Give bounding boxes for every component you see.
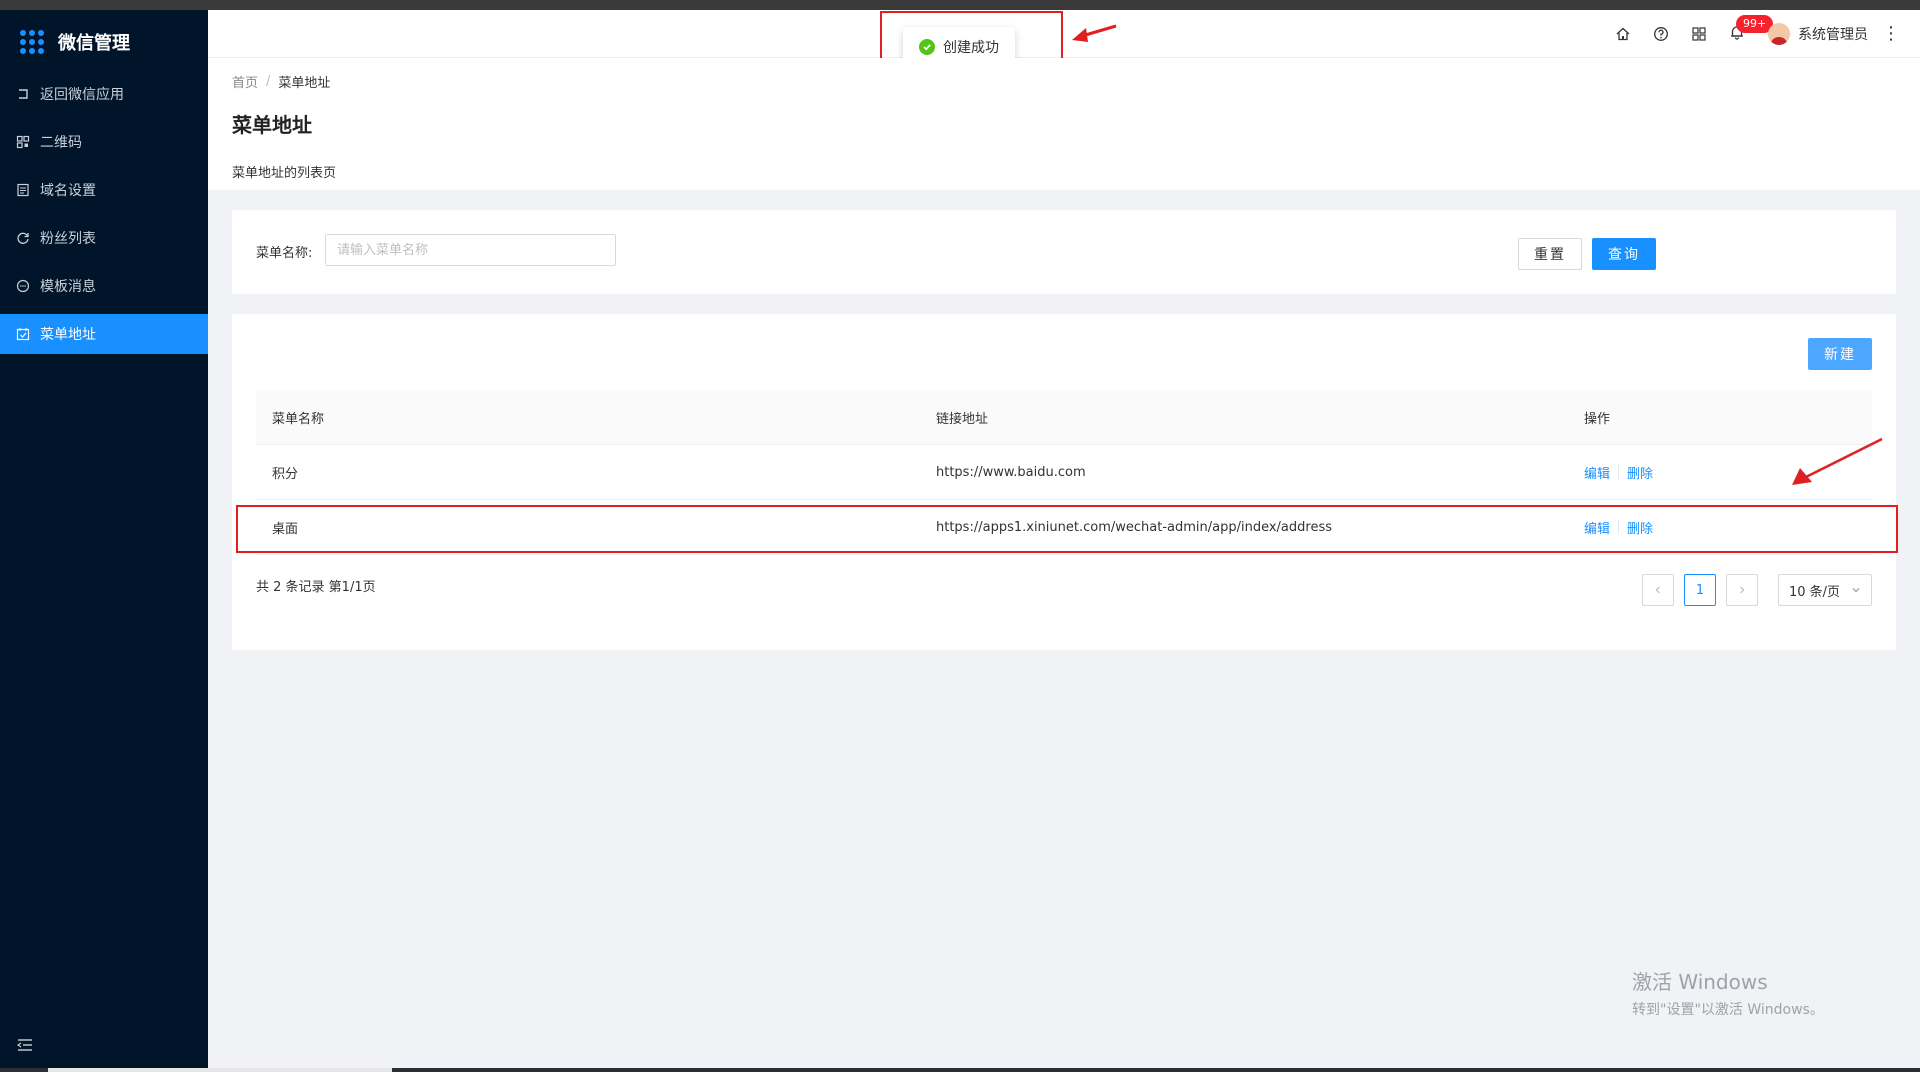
- apps-grid-icon[interactable]: [1680, 10, 1718, 58]
- chevron-right-icon: [1740, 586, 1745, 594]
- edit-link[interactable]: 编辑: [1584, 463, 1610, 482]
- sidebar-item-label: 粉丝列表: [40, 231, 96, 247]
- user-menu[interactable]: 系统管理员: [1768, 23, 1868, 45]
- menu-name-input[interactable]: [325, 234, 616, 266]
- page-number-button[interactable]: 1: [1684, 574, 1716, 606]
- sidebar-item-template-message[interactable]: 模板消息: [0, 266, 208, 306]
- page-description: 菜单地址的列表页: [232, 166, 337, 181]
- prev-page-button[interactable]: [1642, 574, 1674, 606]
- page-title: 菜单地址: [232, 113, 312, 137]
- table-row: 积分 https://www.baidu.com 编辑 删除: [256, 445, 1872, 500]
- sidebar-item-label: 二维码: [40, 135, 82, 151]
- brand[interactable]: 微信管理: [0, 10, 208, 74]
- cell-url: https://www.baidu.com: [936, 464, 1086, 480]
- sidebar-item-qrcode[interactable]: 二维码: [0, 122, 208, 162]
- query-button[interactable]: 查询: [1592, 238, 1656, 270]
- page-size-select[interactable]: 10 条/页: [1778, 574, 1872, 606]
- page-size-value: 10 条/页: [1789, 584, 1841, 600]
- table-header: 菜单名称 链接地址 操作: [256, 390, 1872, 445]
- next-page-button[interactable]: [1726, 574, 1758, 606]
- window-top-strip: [0, 0, 1920, 10]
- app-title: 微信管理: [58, 33, 130, 54]
- search-label: 菜单名称:: [256, 246, 313, 261]
- calendar-check-icon: [16, 327, 30, 341]
- document-icon: [16, 183, 30, 197]
- total-records: 共 2 条记录 第1/1页: [256, 580, 376, 595]
- menu-fold-icon[interactable]: [16, 1036, 34, 1054]
- annotation-arrow-toast: [1072, 24, 1117, 42]
- pagination: 1 10 条/页: [1632, 574, 1872, 606]
- message-icon: [16, 279, 30, 293]
- notification-button[interactable]: 99+: [1718, 10, 1774, 58]
- watermark-title: 激活 Windows: [1632, 970, 1768, 994]
- column-header-actions: 操作: [1584, 411, 1611, 427]
- sidebar-item-label: 返回微信应用: [40, 87, 124, 103]
- refresh-icon: [16, 231, 30, 245]
- sidebar-item-menu-address[interactable]: 菜单地址: [0, 314, 208, 354]
- sidebar-menu: 返回微信应用 二维码 域名设置 粉丝列表 模板消息 菜单地址: [0, 74, 208, 354]
- sidebar-item-fans-list[interactable]: 粉丝列表: [0, 218, 208, 258]
- watermark-subtitle: 转到"设置"以激活 Windows。: [1632, 1002, 1824, 1018]
- breadcrumb-separator: /: [266, 74, 271, 89]
- cell-name: 积分: [272, 466, 299, 482]
- breadcrumb-home[interactable]: 首页: [232, 72, 258, 91]
- annotation-arrow-row: [1792, 437, 1883, 485]
- chevron-left-icon: [1655, 586, 1660, 594]
- delete-link[interactable]: 删除: [1627, 463, 1653, 482]
- sidebar-item-label: 模板消息: [40, 279, 96, 295]
- action-divider: [1618, 465, 1620, 479]
- qrcode-icon: [16, 135, 30, 149]
- reset-button[interactable]: 重置: [1518, 238, 1582, 270]
- more-vertical-icon[interactable]: ⋮: [1882, 25, 1900, 43]
- sidebar-item-return-wechat-app[interactable]: 返回微信应用: [0, 74, 208, 114]
- sidebar-item-label: 域名设置: [40, 183, 96, 199]
- sidebar: 微信管理 返回微信应用 二维码 域名设置 粉丝列表 模板消息 菜单地址: [0, 10, 208, 1068]
- avatar: [1768, 23, 1790, 45]
- help-icon[interactable]: [1642, 10, 1680, 58]
- home-icon[interactable]: [1604, 10, 1642, 58]
- windows-activation-watermark: 激活 Windows 转到"设置"以激活 Windows。: [1632, 966, 1824, 1019]
- new-button[interactable]: 新建: [1808, 338, 1872, 370]
- top-header: 99+ 系统管理员 ⋮: [208, 10, 1920, 58]
- column-header-name: 菜单名称: [272, 411, 325, 427]
- app-grid-logo-icon: [20, 30, 44, 54]
- table-card: 新建 菜单名称 链接地址 操作 积分 https://www.baidu.com…: [232, 314, 1896, 650]
- return-icon: [16, 87, 30, 101]
- breadcrumb: 首页 / 菜单地址: [232, 72, 1896, 91]
- sidebar-item-domain-settings[interactable]: 域名设置: [0, 170, 208, 210]
- taskbar-strip: [0, 1068, 1920, 1072]
- page-header: 首页 / 菜单地址 菜单地址 菜单地址的列表页: [208, 58, 1920, 190]
- search-card: 菜单名称: 重置 查询: [232, 210, 1896, 294]
- user-name: 系统管理员: [1798, 27, 1868, 43]
- chevron-down-icon: [1852, 588, 1860, 593]
- column-header-url: 链接地址: [936, 411, 989, 427]
- breadcrumb-current: 菜单地址: [278, 76, 331, 91]
- sidebar-item-label: 菜单地址: [40, 327, 96, 343]
- header-actions: 99+ 系统管理员 ⋮: [1604, 10, 1900, 58]
- annotation-box-row: [236, 505, 1898, 553]
